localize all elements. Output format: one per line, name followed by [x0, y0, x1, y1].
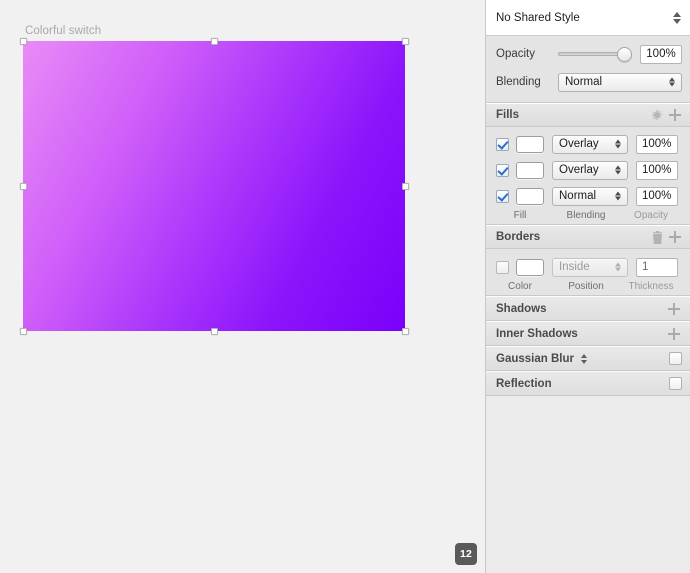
borders-body: Inside 1 Color Position Thickness — [486, 249, 690, 296]
fills-caption-blending: Blending — [566, 210, 606, 221]
opacity-blending-block: Opacity 100% Blending Normal — [486, 36, 690, 103]
opacity-slider[interactable] — [558, 45, 632, 63]
fill-row[interactable]: Normal 100% — [486, 183, 690, 209]
chevron-updown-icon — [613, 191, 623, 201]
opacity-input[interactable]: 100% — [640, 44, 682, 64]
fill-enabled-checkbox[interactable] — [496, 163, 509, 177]
borders-captions: Color Position Thickness — [486, 280, 690, 295]
border-position-value: Inside — [559, 261, 590, 273]
artboard-label[interactable]: Colorful switch — [25, 25, 101, 37]
chevron-updown-icon — [613, 262, 623, 272]
fills-caption-fill: Fill — [513, 210, 527, 221]
chevron-updown-icon — [613, 165, 623, 175]
blur-type-stepper-icon[interactable] — [579, 353, 589, 364]
borders-title: Borders — [496, 231, 541, 243]
blending-select[interactable]: Normal — [558, 72, 682, 92]
zoom-level-badge[interactable]: 12 — [455, 543, 477, 565]
fill-row[interactable]: Overlay 100% — [486, 131, 690, 157]
borders-caption-color: Color — [508, 281, 532, 292]
fill-row[interactable]: Overlay 100% — [486, 157, 690, 183]
resize-handle-bottom-center[interactable] — [211, 328, 218, 335]
fills-section-header: Fills — [486, 103, 690, 127]
fill-blending-select[interactable]: Normal — [552, 186, 628, 206]
border-row[interactable]: Inside 1 — [486, 254, 690, 280]
fill-opacity-input[interactable]: 100% — [636, 186, 678, 206]
border-position-select[interactable]: Inside — [552, 257, 628, 277]
borders-caption-thickness: Thickness — [628, 281, 674, 292]
opacity-label: Opacity — [496, 48, 535, 60]
border-enabled-checkbox[interactable] — [496, 260, 509, 274]
inner-shadows-title: Inner Shadows — [496, 327, 578, 340]
border-color-swatch[interactable] — [516, 258, 544, 276]
fill-blending-value: Normal — [559, 190, 597, 202]
inspector-empty-area — [486, 396, 690, 573]
border-thickness-input[interactable]: 1 — [636, 257, 678, 277]
fill-blending-select[interactable]: Overlay — [552, 134, 628, 154]
borders-caption-position: Position — [568, 281, 604, 292]
blending-row: Blending Normal — [486, 68, 690, 96]
fill-color-swatch[interactable] — [516, 187, 544, 205]
gaussian-blur-title: Gaussian Blur — [496, 352, 574, 365]
gaussian-blur-section-header[interactable]: Gaussian Blur — [486, 346, 690, 371]
reflection-checkbox[interactable] — [669, 377, 682, 390]
resize-handle-top-right[interactable] — [402, 38, 409, 45]
fills-captions: Fill Blending Opacity — [486, 209, 690, 224]
shared-style-stepper-icon[interactable] — [672, 11, 682, 24]
chevron-updown-icon — [667, 77, 677, 87]
fill-opacity-input[interactable]: 100% — [636, 134, 678, 154]
opacity-slider-knob[interactable] — [617, 46, 632, 62]
gaussian-blur-checkbox[interactable] — [669, 352, 682, 365]
reflection-title: Reflection — [496, 377, 552, 390]
blending-select-value: Normal — [565, 76, 603, 88]
add-border-plus-icon[interactable] — [667, 229, 683, 245]
gear-icon[interactable] — [649, 107, 665, 123]
shadows-title: Shadows — [496, 302, 547, 315]
fill-enabled-checkbox[interactable] — [496, 137, 509, 151]
inspector-panel: No Shared Style Opacity 100% Blending No… — [486, 0, 690, 573]
fills-body: Overlay 100% Overlay 100% Normal 100% Fi… — [486, 127, 690, 225]
shared-style-row[interactable]: No Shared Style — [486, 0, 690, 36]
resize-handle-bottom-left[interactable] — [20, 328, 27, 335]
resize-handle-bottom-right[interactable] — [402, 328, 409, 335]
fill-blending-value: Overlay — [559, 138, 599, 150]
resize-handle-top-left[interactable] — [20, 38, 27, 45]
opacity-row: Opacity 100% — [486, 40, 690, 68]
chevron-updown-icon — [613, 139, 623, 149]
fill-blending-select[interactable]: Overlay — [552, 160, 628, 180]
fills-title: Fills — [496, 109, 520, 121]
resize-handle-middle-left[interactable] — [20, 183, 27, 190]
trash-icon[interactable] — [649, 229, 665, 245]
blending-label: Blending — [496, 76, 541, 88]
resize-handle-top-center[interactable] — [211, 38, 218, 45]
design-canvas[interactable]: Colorful switch 12 — [0, 0, 486, 573]
fill-enabled-checkbox[interactable] — [496, 189, 509, 203]
fill-opacity-input[interactable]: 100% — [636, 160, 678, 180]
app-window: Colorful switch 12 No Shared Style Opaci… — [0, 0, 690, 573]
resize-handle-middle-right[interactable] — [402, 183, 409, 190]
reflection-section-header[interactable]: Reflection — [486, 371, 690, 396]
fill-color-swatch[interactable] — [516, 161, 544, 179]
add-shadow-plus-icon[interactable] — [666, 301, 682, 317]
fill-color-swatch[interactable] — [516, 135, 544, 153]
shared-style-label: No Shared Style — [496, 11, 580, 24]
fills-caption-opacity: Opacity — [634, 210, 668, 221]
selected-shape-rectangle[interactable] — [23, 41, 405, 331]
add-fill-plus-icon[interactable] — [667, 107, 683, 123]
borders-section-header: Borders — [486, 225, 690, 249]
inner-shadows-section-header[interactable]: Inner Shadows — [486, 321, 690, 346]
add-inner-shadow-plus-icon[interactable] — [666, 326, 682, 342]
shadows-section-header[interactable]: Shadows — [486, 296, 690, 321]
fill-blending-value: Overlay — [559, 164, 599, 176]
